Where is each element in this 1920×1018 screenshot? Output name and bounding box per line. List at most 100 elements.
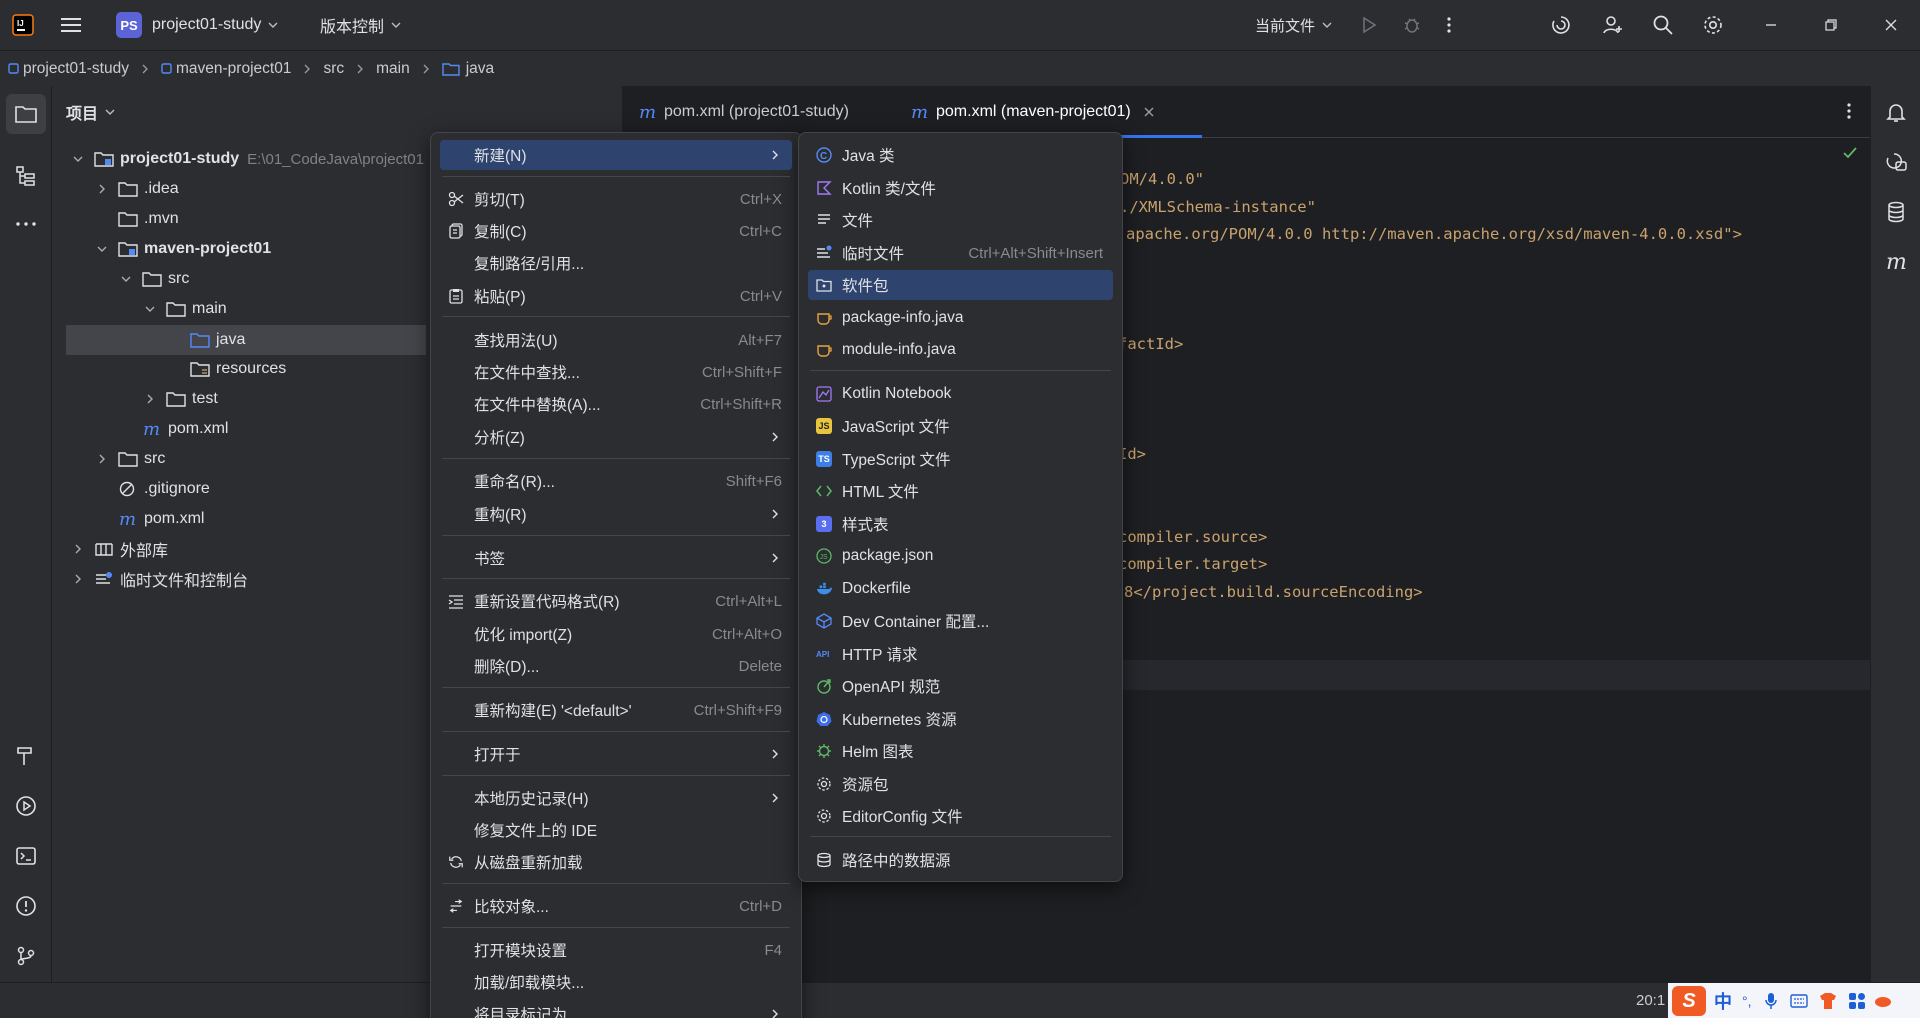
menu-item[interactable]: Helm 图表 [808, 736, 1113, 766]
menu-item[interactable]: Dockerfile [808, 574, 1113, 604]
keyboard-icon[interactable] [1789, 994, 1808, 1008]
menu-item[interactable]: 复制路径/引用... [440, 248, 792, 278]
menu-item[interactable]: JS JavaScript 文件 [808, 411, 1113, 441]
menu-item[interactable]: 删除(D)... Delete [440, 651, 792, 681]
git-tool-button[interactable] [6, 936, 46, 976]
menu-item[interactable]: Kotlin Notebook [808, 379, 1113, 409]
tab-options-icon[interactable] [1846, 102, 1852, 120]
tree-item[interactable]: .gitignore [94, 474, 210, 504]
breadcrumb-item[interactable]: project01-study [8, 60, 129, 78]
tree-item[interactable]: maven-project01 [94, 234, 271, 264]
menu-item[interactable]: 在文件中替换(A)... Ctrl+Shift+R [440, 389, 792, 419]
menu-item[interactable]: 本地历史记录(H) [440, 783, 792, 813]
menu-item[interactable]: 加载/卸载模块... [440, 967, 792, 997]
menu-item[interactable]: 软件包 [808, 270, 1113, 300]
menu-item[interactable]: 路径中的数据源 [808, 845, 1113, 875]
menu-item[interactable]: 查找用法(U) Alt+F7 [440, 325, 792, 355]
vcs-menu[interactable]: 版本控制 [320, 0, 402, 50]
menu-item[interactable]: HTML 文件 [808, 476, 1113, 506]
menu-item[interactable]: 从磁盘重新加载 [440, 847, 792, 877]
run-button[interactable] [1360, 0, 1378, 50]
problems-tool-button[interactable] [6, 886, 46, 926]
menu-item[interactable]: Kubernetes 资源 [808, 704, 1113, 734]
breadcrumb-item[interactable]: src [323, 60, 344, 78]
project-panel-header[interactable]: 项目 [66, 100, 116, 124]
add-user-icon[interactable] [1602, 0, 1624, 50]
menu-item[interactable]: 复制(C) Ctrl+C [440, 216, 792, 246]
menu-item[interactable]: 重新设置代码格式(R) Ctrl+Alt+L [440, 586, 792, 616]
tree-item[interactable]: 外部库 [70, 534, 168, 564]
debug-button[interactable] [1402, 0, 1422, 50]
terminal-tool-button[interactable] [6, 836, 46, 876]
inspection-ok-icon[interactable] [1842, 146, 1858, 160]
ime-punctuation[interactable]: °, [1742, 993, 1752, 1009]
breadcrumb-item[interactable]: maven-project01 [161, 60, 291, 78]
sogou-logo-icon[interactable]: S [1672, 986, 1706, 1016]
tree-item[interactable]: 临时文件和控制台 [70, 564, 248, 594]
menu-item[interactable]: Kotlin 类/文件 [808, 173, 1113, 203]
tree-item[interactable]: project01-study E:\01_CodeJava\project01 [70, 144, 424, 174]
tree-item[interactable]: src [94, 444, 165, 474]
menu-item[interactable]: C Java 类 [808, 140, 1113, 170]
search-icon[interactable] [1652, 0, 1674, 50]
more-ime-icon[interactable] [1874, 994, 1892, 1008]
menu-item[interactable]: 临时文件 Ctrl+Alt+Shift+Insert [808, 238, 1113, 268]
menu-item[interactable]: OpenAPI 规范 [808, 671, 1113, 701]
run-config-selector[interactable]: 当前文件 [1255, 0, 1333, 50]
breadcrumb-item[interactable]: main [376, 60, 410, 78]
menu-item[interactable]: 粘贴(P) Ctrl+V [440, 281, 792, 311]
project-tool-button[interactable] [6, 94, 46, 134]
menu-item[interactable]: 新建(N) [440, 140, 792, 170]
notifications-button[interactable] [1876, 92, 1916, 132]
tree-item[interactable]: main [142, 294, 227, 324]
menu-item[interactable]: EditorConfig 文件 [808, 801, 1113, 831]
menu-item[interactable]: 重新构建(E) '<default>' Ctrl+Shift+F9 [440, 695, 792, 725]
menu-item[interactable]: 修复文件上的 IDE [440, 815, 792, 845]
ai-chat-button[interactable] [1876, 142, 1916, 182]
microphone-icon[interactable] [1764, 992, 1778, 1010]
caret-position[interactable]: 20:1 [1636, 992, 1665, 1009]
close-window-button[interactable] [1884, 0, 1898, 50]
menu-item[interactable]: 在文件中查找... Ctrl+Shift+F [440, 357, 792, 387]
more-tools-button[interactable] [6, 204, 46, 244]
menu-item[interactable]: JS package.json [808, 541, 1113, 571]
tree-item[interactable]: java [166, 325, 245, 355]
build-tool-button[interactable] [6, 736, 46, 776]
close-tab-icon[interactable] [1143, 106, 1155, 118]
menu-item[interactable]: 资源包 [808, 769, 1113, 799]
menu-item[interactable]: 打开模块设置 F4 [440, 935, 792, 965]
menu-item[interactable]: 打开于 [440, 739, 792, 769]
database-button[interactable] [1876, 192, 1916, 232]
tree-item[interactable]: test [142, 384, 218, 414]
tree-item[interactable]: .idea [94, 174, 179, 204]
tree-item[interactable]: m pom.xml [118, 414, 228, 444]
project-switcher[interactable]: PS project01-study [116, 0, 279, 50]
minimize-button[interactable] [1764, 0, 1778, 50]
restore-button[interactable] [1824, 0, 1838, 50]
settings-gear-icon[interactable] [1702, 0, 1724, 50]
ime-toolbar[interactable]: S 中 °, [1668, 983, 1920, 1018]
toolbox-icon[interactable] [1848, 992, 1866, 1010]
ai-assistant-icon[interactable] [1550, 0, 1572, 50]
app-logo-icon[interactable]: IJ [12, 0, 34, 50]
menu-item[interactable]: TS TypeScript 文件 [808, 444, 1113, 474]
menu-item[interactable]: Dev Container 配置... [808, 606, 1113, 636]
tab-pom-maven-project01[interactable]: m pom.xml (maven-project01) [910, 86, 1155, 138]
menu-item[interactable]: API HTTP 请求 [808, 639, 1113, 669]
main-menu-button[interactable] [60, 0, 82, 50]
more-actions-icon[interactable] [1446, 0, 1452, 50]
ime-mode[interactable]: 中 [1714, 988, 1732, 1014]
skin-icon[interactable] [1818, 992, 1838, 1010]
menu-item[interactable]: 将目录标记为 [440, 999, 792, 1018]
tree-item[interactable]: src [118, 264, 189, 294]
tab-pom-project01-study[interactable]: m pom.xml (project01-study) [638, 86, 849, 138]
structure-tool-button[interactable] [6, 156, 46, 196]
menu-item[interactable]: 重构(R) [440, 499, 792, 529]
tree-item[interactable]: resources [166, 354, 286, 384]
menu-item[interactable]: package-info.java [808, 303, 1113, 333]
services-tool-button[interactable] [6, 786, 46, 826]
menu-item[interactable]: 剪切(T) Ctrl+X [440, 184, 792, 214]
tree-item[interactable]: m pom.xml [94, 504, 204, 534]
menu-item[interactable]: 文件 [808, 205, 1113, 235]
maven-button[interactable]: m [1876, 242, 1916, 282]
